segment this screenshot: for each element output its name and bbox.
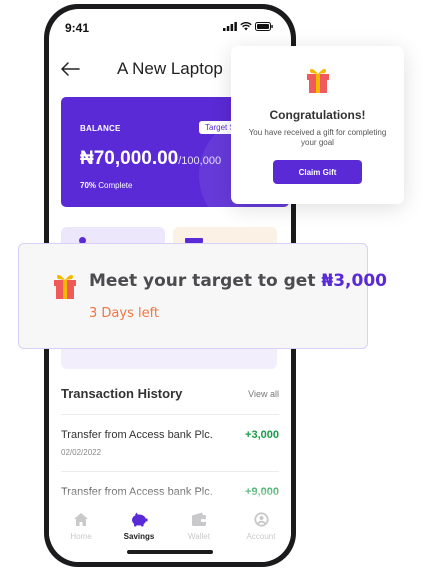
wallet-icon xyxy=(192,512,206,526)
status-time: 9:41 xyxy=(65,21,90,35)
progress-percent: 70% xyxy=(80,181,97,190)
target-message-text: Meet your target to get xyxy=(89,271,322,291)
claim-gift-button[interactable]: Claim Gift xyxy=(273,160,362,184)
transaction-amount: +3,000 xyxy=(245,429,279,441)
balance-amount: ₦70,000.00/100,000 xyxy=(80,148,221,170)
piggy-bank-icon xyxy=(132,512,148,527)
gift-icon xyxy=(307,68,329,93)
tab-account[interactable]: Account xyxy=(231,512,291,541)
tab-label: Wallet xyxy=(188,532,210,541)
page-title: A New Laptop xyxy=(117,59,223,78)
tab-label: Home xyxy=(70,532,92,541)
transaction-history-header: Transaction History View all xyxy=(61,386,279,406)
tab-savings[interactable]: Savings xyxy=(109,512,169,541)
back-arrow-icon[interactable] xyxy=(59,59,81,79)
progress-text: 70% Complete xyxy=(80,181,132,190)
transaction-description: Transfer from Access bank Plc. xyxy=(61,429,213,441)
tab-label: Savings xyxy=(123,532,155,541)
gift-title: Congratulations! xyxy=(269,108,366,122)
status-bar: 9:41 xyxy=(49,9,291,43)
status-icons xyxy=(223,22,273,31)
bottom-tab-bar: Home Savings Wallet Account xyxy=(49,500,291,562)
balance-value: ₦70,000.00 xyxy=(80,148,179,169)
signal-icon xyxy=(223,22,237,31)
balance-label: BALANCE xyxy=(80,124,121,133)
gift-icon xyxy=(54,274,76,299)
battery-icon xyxy=(255,22,273,31)
transaction-history-title: Transaction History xyxy=(61,386,183,401)
days-left-text: 3 Days left xyxy=(89,306,160,321)
gift-notification-card: Congratulations! You have received a gif… xyxy=(231,46,404,204)
target-reward-card: Meet your target to get ₦3,000 3 Days le… xyxy=(18,243,387,349)
wifi-icon xyxy=(240,22,252,31)
home-indicator xyxy=(127,550,213,554)
progress-suffix: Complete xyxy=(96,181,133,190)
reward-amount: ₦3,000 xyxy=(321,271,387,291)
target-message: Meet your target to get ₦3,000 xyxy=(89,271,387,291)
tab-home[interactable]: Home xyxy=(51,512,111,541)
gift-message: You have received a gift for completing … xyxy=(248,128,387,147)
user-icon xyxy=(253,512,269,527)
tab-label: Account xyxy=(246,532,276,541)
transaction-amount: +9,000 xyxy=(245,486,279,498)
transaction-date: 02/02/2022 xyxy=(61,448,102,457)
tab-wallet[interactable]: Wallet xyxy=(169,512,229,541)
target-value: /100,000 xyxy=(178,155,222,167)
home-icon xyxy=(74,513,88,526)
view-all-link[interactable]: View all xyxy=(248,389,279,399)
transaction-row[interactable]: Transfer from Access bank Plc. +3,000 02… xyxy=(61,414,279,470)
transaction-description: Transfer from Access bank Plc. xyxy=(61,486,213,498)
